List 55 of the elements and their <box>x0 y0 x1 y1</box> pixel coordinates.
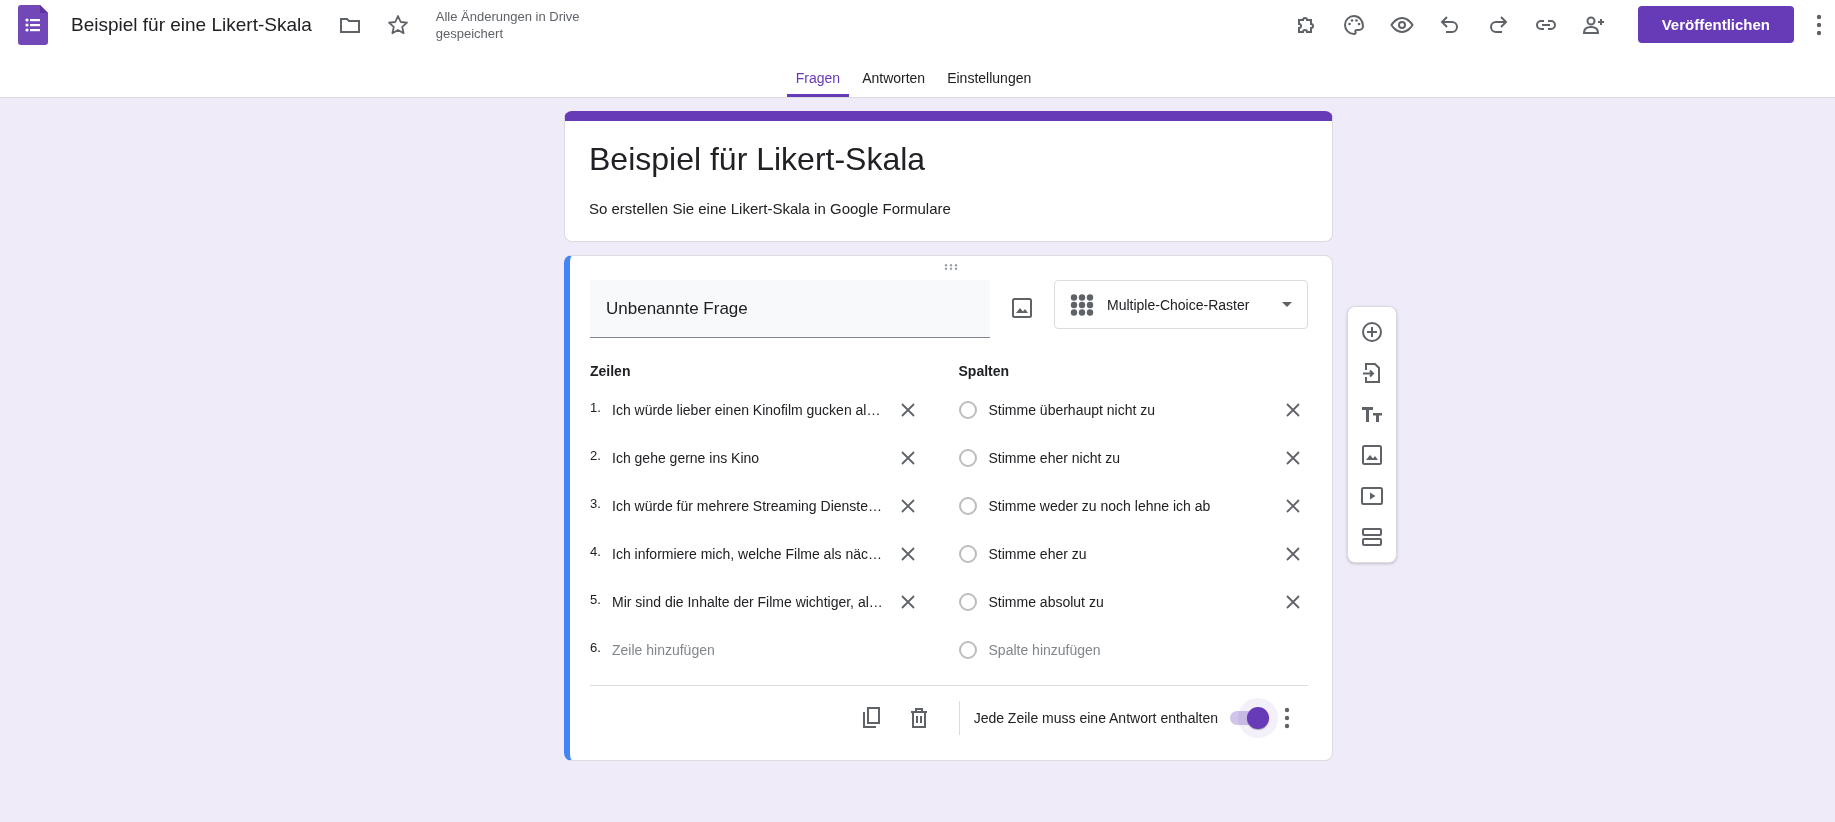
row-number: 4. <box>590 543 602 559</box>
tab[interactable]: Einstellungen <box>938 65 1041 97</box>
column-label[interactable]: Stimme eher nicht zu <box>988 450 1281 466</box>
required-label: Jede Zeile muss eine Antwort enthalten <box>973 710 1218 726</box>
columns-heading: Spalten <box>958 362 1011 381</box>
row-label[interactable]: Ich informiere mich, welche Filme als näc… <box>612 546 896 562</box>
required-toggle[interactable] <box>1230 698 1278 738</box>
image-icon[interactable] <box>1360 443 1384 467</box>
row-number: 1. <box>590 399 602 415</box>
rows-heading: Zeilen <box>590 362 632 381</box>
row-label[interactable]: Mir sind die Inhalte der Filme wichtiger, al… <box>612 594 896 610</box>
column-label[interactable]: Stimme eher zu <box>988 546 1281 562</box>
add-circle-icon[interactable] <box>1360 320 1384 344</box>
publish-button[interactable]: Veröffentlichen <box>1637 6 1794 43</box>
remove-icon[interactable] <box>1286 451 1300 465</box>
row-number: 2. <box>590 447 602 463</box>
drag-handle-icon[interactable] <box>944 264 958 270</box>
row-label[interactable]: Ich würde lieber einen Kinofilm gucken al… <box>612 402 896 418</box>
column-label[interactable]: Stimme weder zu noch lehne ich ab <box>988 498 1281 514</box>
caret-icon <box>1282 302 1292 307</box>
forms-logo-icon[interactable] <box>18 4 48 45</box>
remove-icon[interactable] <box>901 595 915 609</box>
row-number: 6. <box>590 639 602 655</box>
remove-icon[interactable] <box>1286 547 1300 561</box>
star-icon[interactable] <box>385 12 410 37</box>
remove-icon[interactable] <box>1286 595 1300 609</box>
remove-icon[interactable] <box>901 547 915 561</box>
row-label[interactable]: Ich gehe gerne ins Kino <box>612 450 896 466</box>
remove-icon[interactable] <box>901 499 915 513</box>
add-column-option[interactable]: Spalte hinzufügen <box>988 642 1308 658</box>
grid-dots-icon <box>1070 293 1094 316</box>
remove-icon[interactable] <box>901 451 915 465</box>
remove-icon[interactable] <box>1286 403 1300 417</box>
row-number: 5. <box>590 591 602 607</box>
column-label[interactable]: Stimme absolut zu <box>988 594 1281 610</box>
save-status: Alle Änderungen in Drive gespeichert <box>435 7 581 42</box>
section-icon[interactable] <box>1360 525 1384 549</box>
question-title-field[interactable]: Unbenannte Frage <box>590 280 990 338</box>
remove-icon[interactable] <box>901 403 915 417</box>
form-title[interactable]: Beispiel für Likert-Skala <box>589 141 1308 178</box>
more-options-icon[interactable] <box>1284 707 1290 729</box>
row-number: 3. <box>590 495 602 511</box>
video-icon[interactable] <box>1360 484 1384 508</box>
form-description[interactable]: So erstellen Sie eine Likert-Skala in Google Formulare <box>589 200 1308 217</box>
tab[interactable]: Antworten <box>853 65 935 97</box>
image-icon[interactable] <box>1010 296 1034 320</box>
tab[interactable]: Fragen <box>786 65 850 97</box>
document-title[interactable]: Beispiel für eine Likert-Skala <box>71 13 312 36</box>
more-options-icon[interactable] <box>1816 13 1822 36</box>
palette-icon[interactable] <box>1341 12 1366 37</box>
add-row-option[interactable]: Zeile hinzufügen <box>612 642 896 658</box>
question-type-dropdown[interactable]: Multiple-Choice-Raster <box>1054 280 1308 329</box>
column-label[interactable]: Stimme überhaupt nicht zu <box>988 402 1281 418</box>
row-label[interactable]: Ich würde für mehrere Streaming Dienste… <box>612 498 896 514</box>
remove-icon[interactable] <box>1286 499 1300 513</box>
